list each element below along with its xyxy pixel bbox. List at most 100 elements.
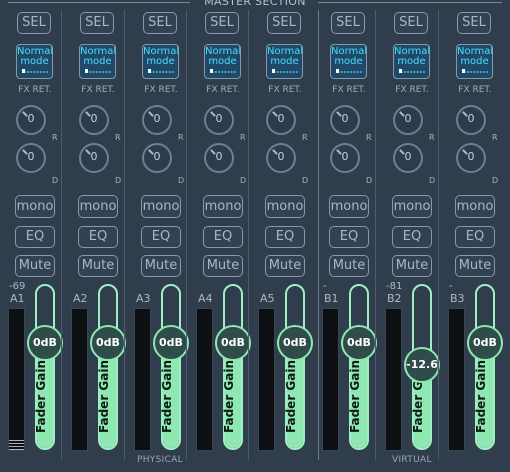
mode-button[interactable]: Normal mode [393, 44, 430, 79]
fx-return-r-knob[interactable]: 0 [16, 105, 46, 135]
mode-label: Normal mode [457, 47, 493, 67]
fx-return-r-knob[interactable]: 0 [456, 105, 486, 135]
knob-value: 0 [153, 112, 161, 125]
fx-return-r-knob[interactable]: 0 [266, 105, 296, 135]
channel-strip-a3: SEL Normal mode FX RET. 0 R 0 D mono EQ … [124, 0, 189, 472]
sel-button[interactable]: SEL [80, 12, 114, 34]
fader-value: 0dB [33, 336, 57, 349]
channel-strip-b1: SEL Normal mode FX RET. 0 R 0 D mono EQ … [314, 0, 377, 472]
fx-return-d-knob[interactable]: 0 [16, 143, 46, 173]
mono-button[interactable]: mono [265, 195, 305, 218]
mute-button[interactable]: Mute [265, 255, 305, 277]
mute-button[interactable]: Mute [15, 255, 55, 277]
fx-return-d-knob[interactable]: 0 [79, 143, 109, 173]
mono-button[interactable]: mono [392, 195, 432, 218]
fx-return-r-knob[interactable]: 0 [204, 105, 234, 135]
master-section: MASTER SECTION PHYSICAL VIRTUAL SEL Norm… [0, 0, 510, 472]
dot-grid-icon [337, 70, 363, 74]
knob-value: 0 [27, 150, 35, 163]
mode-button[interactable]: Normal mode [142, 44, 179, 79]
sel-button[interactable]: SEL [267, 12, 301, 34]
mute-button[interactable]: Mute [455, 255, 495, 277]
mono-button[interactable]: mono [15, 195, 55, 218]
mute-button[interactable]: Mute [329, 255, 369, 277]
fx-return-r-knob[interactable]: 0 [142, 105, 172, 135]
fader-knob[interactable]: 0dB [153, 325, 189, 361]
mono-button[interactable]: mono [141, 195, 181, 218]
fader-knob[interactable]: 0dB [27, 325, 63, 361]
mono-button[interactable]: mono [78, 195, 118, 218]
mute-button[interactable]: Mute [141, 255, 181, 277]
knob-r-label: R [115, 133, 121, 142]
sel-button[interactable]: SEL [457, 12, 491, 34]
mode-button[interactable]: Normal mode [330, 44, 367, 79]
level-readout: -69 [9, 281, 26, 292]
mode-label: Normal mode [267, 47, 303, 67]
dot-grid-icon [23, 70, 49, 74]
mono-button[interactable]: mono [329, 195, 369, 218]
fader-knob[interactable]: 0dB [341, 325, 377, 361]
sel-button[interactable]: SEL [205, 12, 239, 34]
mute-button[interactable]: Mute [78, 255, 118, 277]
fx-return-d-knob[interactable]: 0 [204, 143, 234, 173]
fader-value: 0dB [159, 336, 183, 349]
fx-return-r-knob[interactable]: 0 [330, 105, 360, 135]
dot-grid-icon [211, 70, 237, 74]
eq-button[interactable]: EQ [455, 226, 495, 248]
fx-return-r-knob[interactable]: 0 [79, 105, 109, 135]
eq-button[interactable]: EQ [329, 226, 369, 248]
knob-r-label: R [366, 133, 372, 142]
knob-r-label: R [240, 133, 246, 142]
fader-value: 0dB [221, 336, 245, 349]
sel-button[interactable]: SEL [143, 12, 177, 34]
fx-return-d-knob[interactable]: 0 [142, 143, 172, 173]
fx-return-d-knob[interactable]: 0 [393, 143, 423, 173]
knob-r-label: R [52, 133, 58, 142]
fx-return-d-knob[interactable]: 0 [266, 143, 296, 173]
mono-button[interactable]: mono [203, 195, 243, 218]
level-readout: -81 [386, 281, 403, 292]
sel-button[interactable]: SEL [394, 12, 428, 34]
eq-button[interactable]: EQ [15, 226, 55, 248]
sel-button[interactable]: SEL [17, 12, 51, 34]
fader-knob[interactable]: 0dB [215, 325, 251, 361]
knob-value: 0 [215, 150, 223, 163]
mode-button[interactable]: Normal mode [79, 44, 116, 79]
mode-button[interactable]: Normal mode [16, 44, 53, 79]
mode-label-line-2: mode [397, 56, 426, 67]
level-meter [134, 308, 151, 451]
fx-return-r-knob[interactable]: 0 [393, 105, 423, 135]
fader-knob[interactable]: -12.6 [404, 347, 440, 383]
mute-button[interactable]: Mute [203, 255, 243, 277]
eq-button[interactable]: EQ [265, 226, 305, 248]
mode-label-line-2: mode [83, 56, 112, 67]
mode-button[interactable]: Normal mode [266, 44, 303, 79]
knob-r-label: R [429, 133, 435, 142]
knob-d-label: D [240, 176, 247, 185]
knob-r-label: R [492, 133, 498, 142]
fader-knob[interactable]: 0dB [277, 325, 313, 361]
mute-button[interactable]: Mute [392, 255, 432, 277]
knob-value: 0 [467, 112, 475, 125]
dot-grid-icon [149, 70, 175, 74]
eq-button[interactable]: EQ [78, 226, 118, 248]
eq-button[interactable]: EQ [141, 226, 181, 248]
active-dot-icon [22, 69, 25, 73]
sel-button[interactable]: SEL [331, 12, 365, 34]
fader-knob[interactable]: 0dB [467, 325, 503, 361]
mode-label: Normal mode [143, 47, 179, 67]
eq-button[interactable]: EQ [392, 226, 432, 248]
active-dot-icon [148, 69, 151, 73]
mode-button[interactable]: Normal mode [204, 44, 241, 79]
mode-button[interactable]: Normal mode [456, 44, 493, 79]
knob-d-label: D [492, 176, 499, 185]
fx-return-d-knob[interactable]: 0 [456, 143, 486, 173]
fx-return-d-knob[interactable]: 0 [330, 143, 360, 173]
eq-button[interactable]: EQ [203, 226, 243, 248]
mono-button[interactable]: mono [455, 195, 495, 218]
knob-value: 0 [153, 150, 161, 163]
knob-d-label: D [366, 176, 373, 185]
mode-label: Normal mode [394, 47, 430, 67]
fader-knob[interactable]: 0dB [90, 325, 126, 361]
bus-name: B2 [387, 292, 402, 305]
